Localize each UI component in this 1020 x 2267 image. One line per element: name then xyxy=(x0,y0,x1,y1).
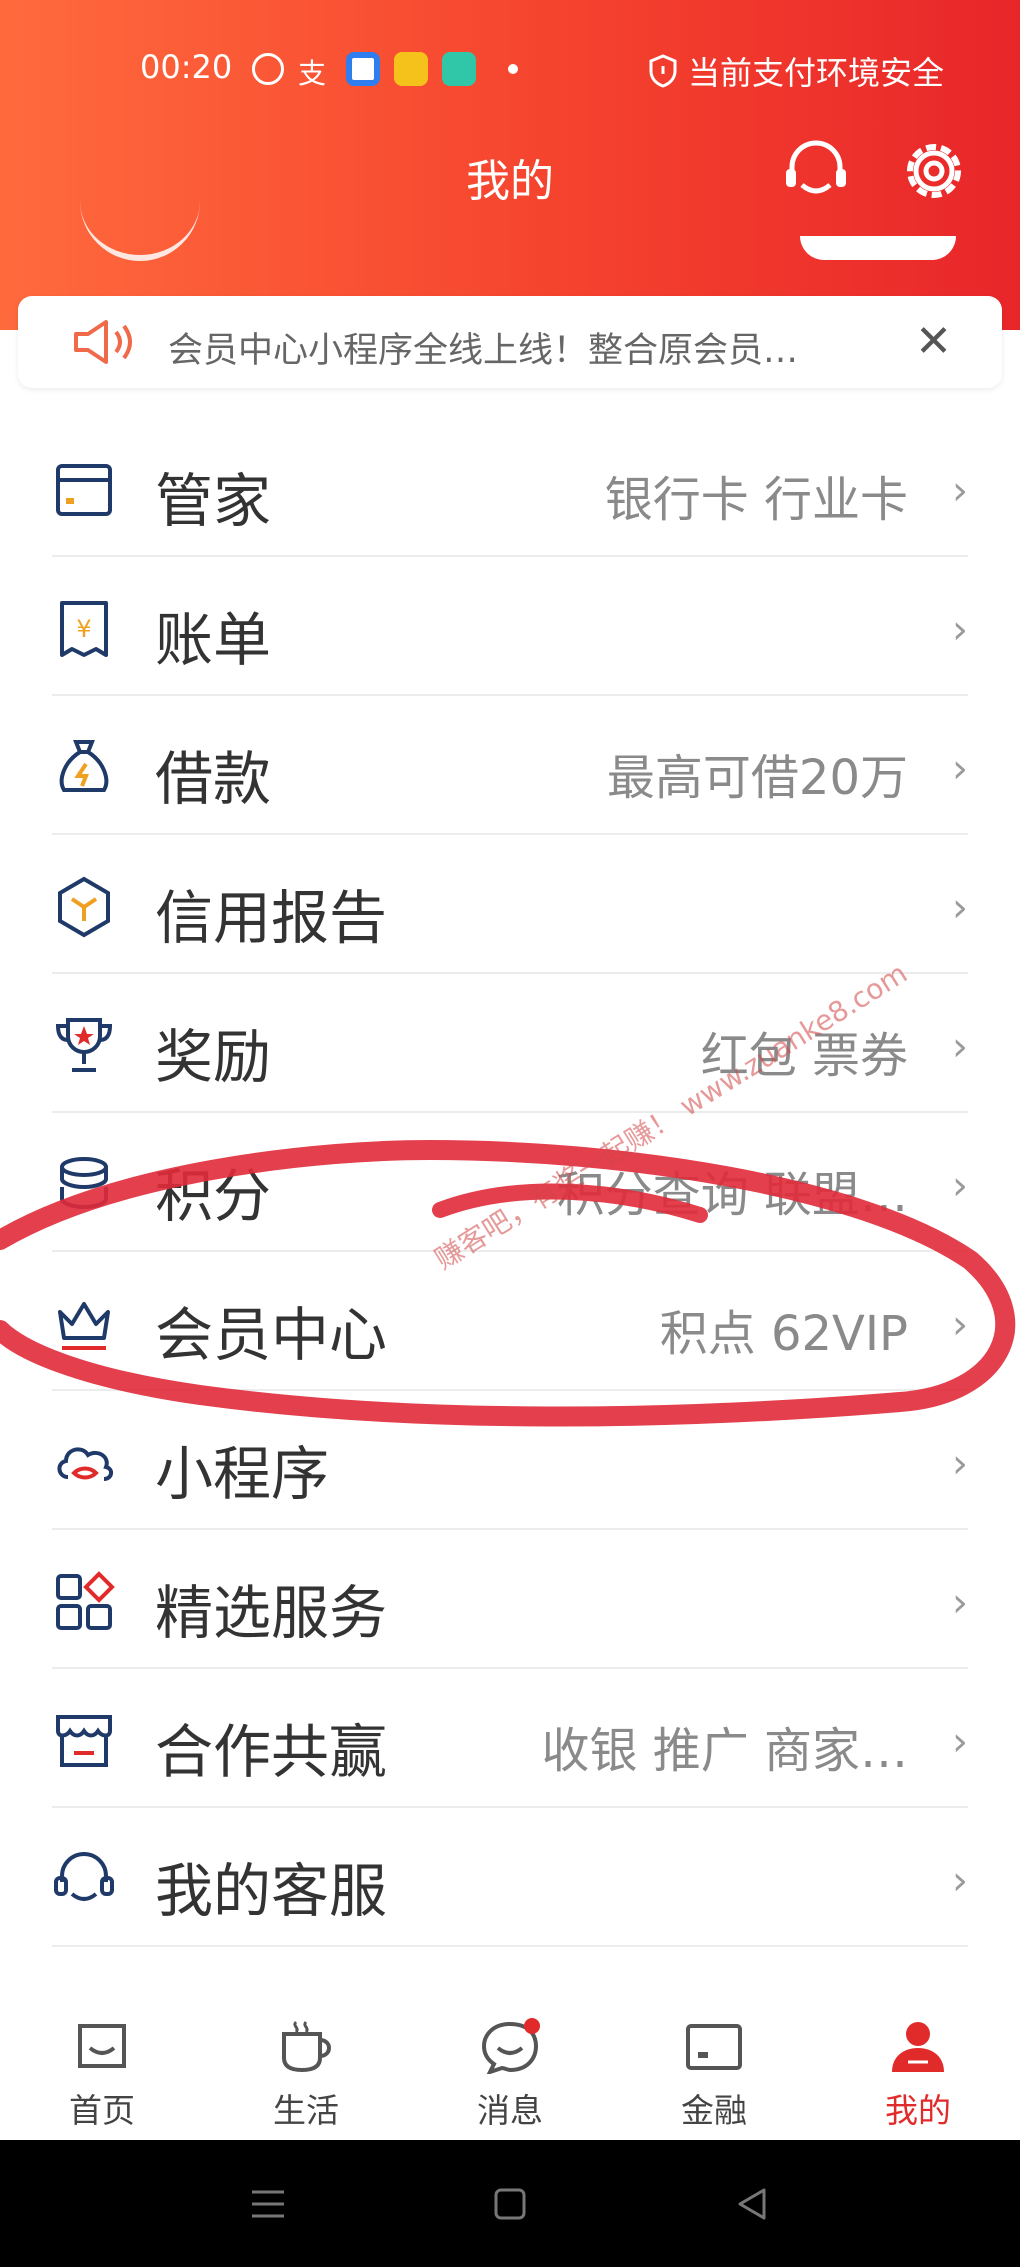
money-bag-icon xyxy=(59,740,109,792)
chevron-right-icon: › xyxy=(952,1580,968,1626)
notification-icons: 支 xyxy=(252,52,518,90)
menu-item-label: 小程序 xyxy=(155,1440,330,1508)
chevron-right-icon: › xyxy=(952,1719,968,1765)
card-icon xyxy=(686,2024,742,2070)
grid-icon xyxy=(56,1571,115,1630)
member-button[interactable] xyxy=(800,236,956,260)
tab-mine[interactable]: 我的 xyxy=(848,2018,988,2132)
status-time: 00:20 xyxy=(140,48,233,86)
system-nav-bar xyxy=(0,2140,1020,2267)
tab-finance[interactable]: 金融 xyxy=(644,2018,784,2132)
menu-item-featured-services[interactable]: 精选服务 › xyxy=(0,1530,1020,1669)
bottom-tab-bar: 首页 生活 消息 金融 我的 xyxy=(0,1990,1020,2140)
avatar[interactable] xyxy=(80,195,200,261)
tab-home[interactable]: 首页 xyxy=(32,2018,172,2132)
menu-item-label: 会员中心 xyxy=(155,1301,388,1369)
bill-icon: ¥ xyxy=(60,601,108,657)
menu-item-label: 我的客服 xyxy=(155,1857,388,1925)
safety-text: 当前支付环境安全 xyxy=(687,54,944,92)
alipay-icon: 支 xyxy=(298,57,327,90)
svg-text:¥: ¥ xyxy=(76,615,91,643)
chevron-right-icon: › xyxy=(952,1858,968,1904)
trophy-icon xyxy=(55,1018,113,1072)
cup-icon xyxy=(282,2020,331,2073)
menu-item-value: 最高可借20万 xyxy=(606,750,908,806)
chevron-right-icon: › xyxy=(952,885,968,931)
menu-item-label: 借款 xyxy=(155,745,272,813)
menu-item-steward[interactable]: 管家 银行卡 行业卡 › xyxy=(0,418,1020,557)
menu-item-value: 银行卡 行业卡 xyxy=(604,472,908,528)
menu-item-label: 合作共赢 xyxy=(155,1718,388,1786)
menu-icon[interactable] xyxy=(248,2184,288,2224)
person-icon xyxy=(892,2022,944,2072)
speaker-icon xyxy=(74,320,132,364)
menu-item-member-center[interactable]: 会员中心 积点 62VIP › xyxy=(0,1252,1020,1391)
menu-list: 管家 银行卡 行业卡 › ¥ 账单 › 借款 最高可借20万 › 信用报告 › … xyxy=(0,418,1020,1947)
back-icon[interactable] xyxy=(732,2184,772,2224)
chevron-right-icon: › xyxy=(952,1302,968,1348)
mail-icon xyxy=(394,52,428,86)
chevron-right-icon: › xyxy=(952,1024,968,1070)
chevron-right-icon: › xyxy=(952,607,968,653)
home-icon xyxy=(78,2024,126,2068)
divider xyxy=(52,1945,968,1947)
tab-label: 金融 xyxy=(681,2091,747,2130)
status-bar: 00:20 支 当前支付环境安全 xyxy=(0,40,1020,100)
menu-item-label: 积分 xyxy=(155,1162,272,1230)
headset-icon xyxy=(54,1852,114,1901)
app-icon-blue xyxy=(346,52,380,86)
menu-item-bill[interactable]: ¥ 账单 › xyxy=(0,557,1020,696)
menu-item-loan[interactable]: 借款 最高可借20万 › xyxy=(0,696,1020,835)
chevron-right-icon: › xyxy=(952,468,968,514)
tab-life[interactable]: 生活 xyxy=(236,2018,376,2132)
card-icon xyxy=(56,464,112,516)
menu-item-customer-service[interactable]: 我的客服 › xyxy=(0,1808,1020,1947)
wechat-icon xyxy=(252,53,284,85)
shop-icon xyxy=(56,1715,112,1767)
tab-label: 首页 xyxy=(69,2091,135,2130)
hexagon-icon xyxy=(58,876,110,938)
tab-label: 我的 xyxy=(885,2091,951,2130)
menu-item-mini-programs[interactable]: 小程序 › xyxy=(0,1391,1020,1530)
message-icon xyxy=(481,2018,540,2074)
menu-item-value: 积点 62VIP xyxy=(659,1306,908,1362)
chevron-right-icon: › xyxy=(952,1441,968,1487)
close-icon[interactable]: ✕ xyxy=(915,316,952,367)
headset-icon[interactable] xyxy=(780,135,852,207)
menu-item-partnership[interactable]: 合作共赢 收银 推广 商家… › xyxy=(0,1669,1020,1808)
safety-indicator: 当前支付环境安全 xyxy=(648,48,944,94)
menu-item-value: 收银 推广 商家… xyxy=(541,1723,908,1779)
gear-icon[interactable] xyxy=(898,135,970,207)
chevron-right-icon: › xyxy=(952,1163,968,1209)
menu-item-label: 管家 xyxy=(155,467,272,535)
more-dot-icon xyxy=(508,64,518,74)
cloud-icon xyxy=(57,1447,113,1481)
tab-label: 消息 xyxy=(477,2091,543,2130)
menu-item-label: 账单 xyxy=(155,606,272,674)
announcement-text: 会员中心小程序全线上线！整合原会员… xyxy=(168,331,799,371)
coins-icon xyxy=(60,1157,108,1210)
chevron-right-icon: › xyxy=(952,746,968,792)
header-banner: 00:20 支 当前支付环境安全 我的 xyxy=(0,0,1020,330)
crown-icon xyxy=(58,1302,110,1350)
menu-item-credit-report[interactable]: 信用报告 › xyxy=(0,835,1020,974)
announcement-bar[interactable]: 会员中心小程序全线上线！整合原会员… ✕ xyxy=(18,296,1002,388)
app-icon-teal xyxy=(442,52,476,86)
tab-messages[interactable]: 消息 xyxy=(440,2018,580,2132)
home-button-icon[interactable] xyxy=(490,2184,530,2224)
menu-item-label: 精选服务 xyxy=(155,1579,388,1647)
menu-item-label: 奖励 xyxy=(155,1023,272,1091)
shield-icon xyxy=(649,54,677,88)
menu-item-label: 信用报告 xyxy=(155,884,388,952)
tab-label: 生活 xyxy=(273,2091,339,2130)
